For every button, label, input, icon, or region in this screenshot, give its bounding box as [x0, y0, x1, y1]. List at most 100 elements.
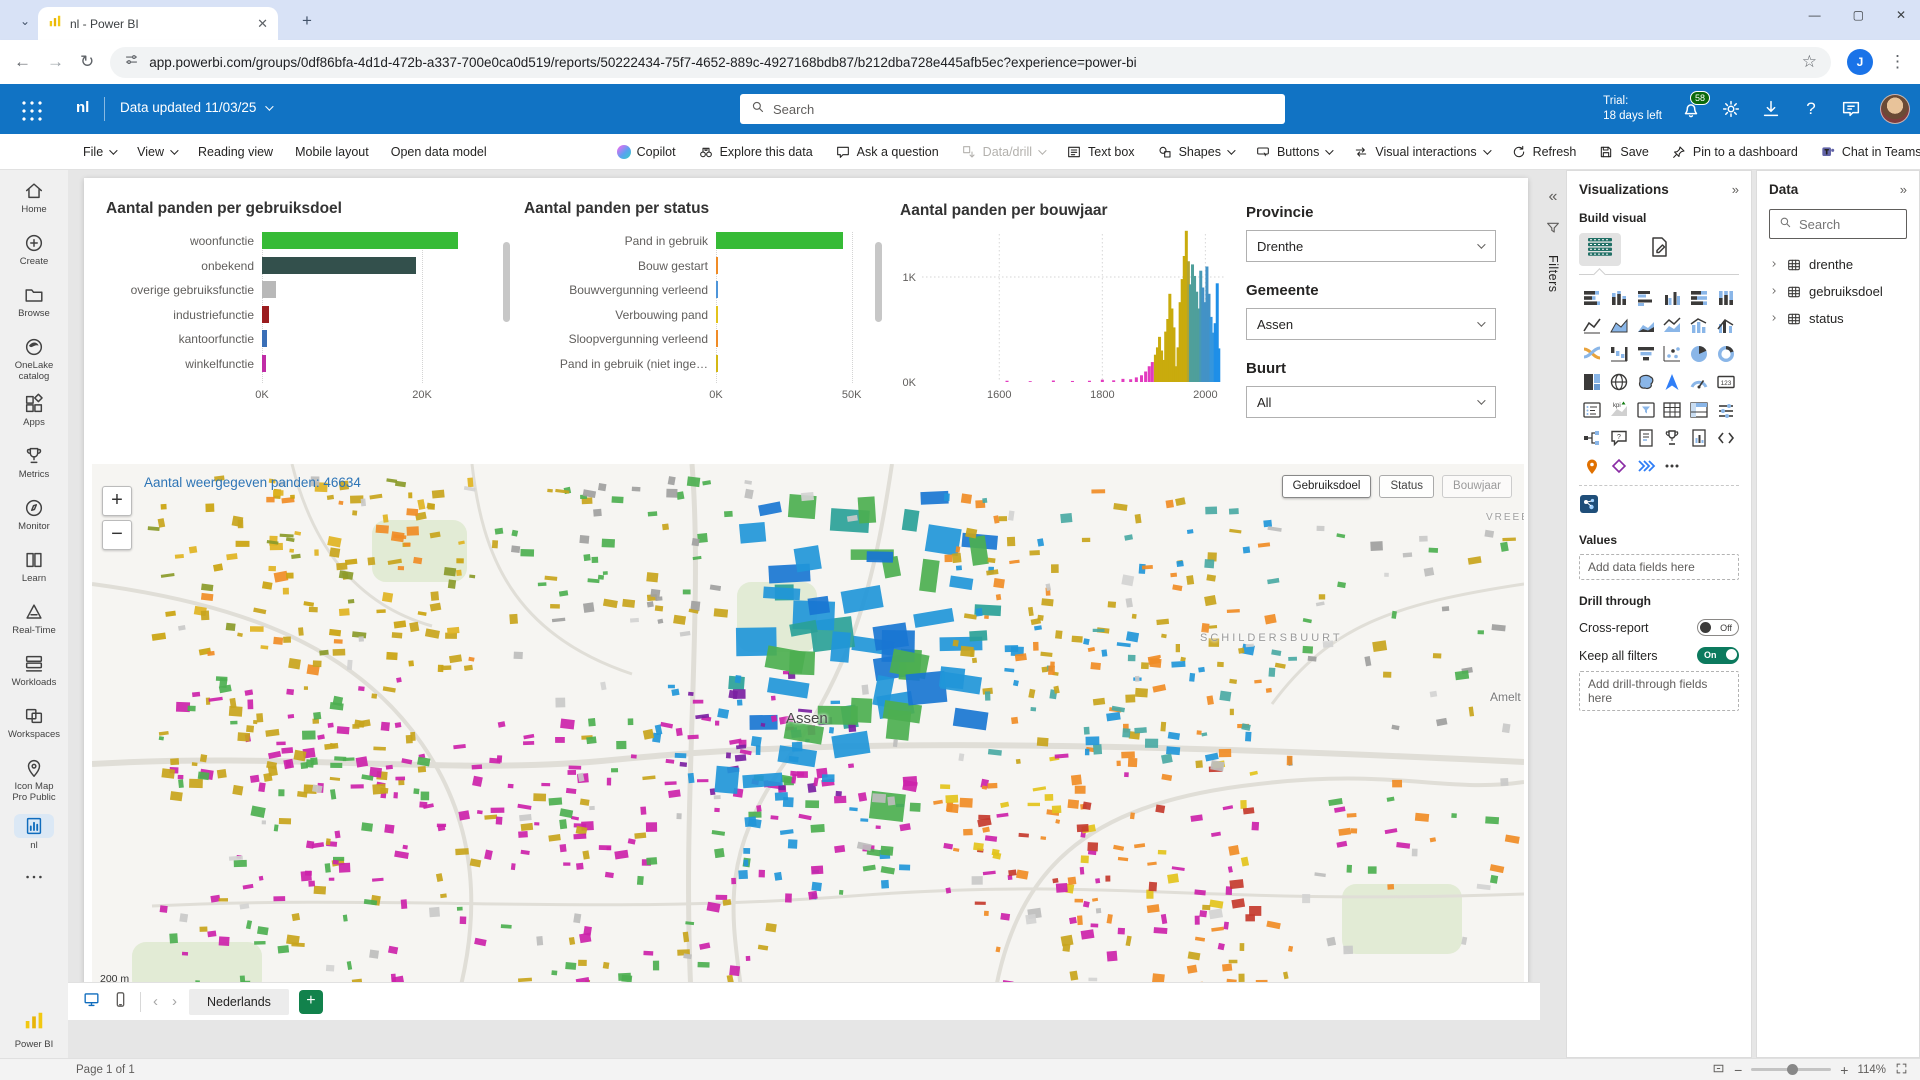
menu-item-copilot[interactable]: Copilot [606, 134, 687, 170]
map-zoom-out-button[interactable]: − [102, 520, 132, 550]
sidebar-item-learn[interactable]: Learn [0, 545, 68, 597]
visual-type-arcgis-map[interactable] [1580, 455, 1604, 477]
visual-type-matrix[interactable] [1687, 399, 1711, 421]
keep-all-filters-toggle[interactable]: On [1697, 647, 1739, 664]
chevron-right-icon[interactable] [1769, 312, 1779, 326]
minimize-icon[interactable]: — [1809, 8, 1821, 22]
menu-item-visual-interactions[interactable]: Visual interactions [1342, 134, 1499, 170]
visual-aantal-panden-per-status[interactable]: Aantal panden per status 0K50KPand in ge… [516, 200, 874, 442]
visual-type-funnel-chart[interactable] [1634, 343, 1658, 365]
bar-3[interactable] [262, 306, 269, 323]
waffle-icon[interactable] [20, 99, 42, 121]
visual-type-slicer[interactable] [1634, 399, 1658, 421]
collapse-panel-icon[interactable]: » [1732, 182, 1739, 197]
collapse-panel-icon[interactable]: » [1900, 182, 1907, 197]
menu-item-view[interactable]: View [126, 134, 187, 170]
bar-5[interactable] [716, 355, 718, 372]
visual-type-donut-chart[interactable] [1714, 343, 1738, 365]
visual-type-scatter-chart[interactable] [1660, 343, 1684, 365]
column-bar[interactable] [1088, 381, 1091, 382]
data-table-drenthe[interactable]: drenthe [1769, 251, 1907, 278]
menu-item-data-drill[interactable]: Data/drill [950, 134, 1055, 170]
menu-item-save[interactable]: Save [1587, 134, 1660, 170]
map-button-bouwjaar[interactable]: Bouwjaar [1442, 475, 1512, 498]
visual-type-metrics-goals[interactable] [1660, 427, 1684, 449]
sidebar-item-monitor[interactable]: Monitor [0, 493, 68, 545]
web-layout-icon[interactable] [82, 990, 101, 1014]
zoom-out-icon[interactable]: − [1734, 1062, 1742, 1078]
bar-1[interactable] [262, 257, 416, 274]
cross-report-toggle[interactable]: Off [1697, 619, 1739, 636]
map-zoom-in-button[interactable]: + [102, 486, 132, 516]
close-window-icon[interactable]: ✕ [1896, 8, 1906, 22]
visual-type-pie-chart[interactable] [1687, 343, 1711, 365]
menu-item-pin-to-a-dashboard[interactable]: Pin to a dashboard [1660, 134, 1809, 170]
reload-icon[interactable]: ↻ [80, 52, 94, 72]
sidebar-item-home[interactable]: Home [0, 176, 68, 228]
visual-type-stacked-area-chart[interactable] [1634, 315, 1658, 337]
tab-search-icon[interactable]: ⌄ [14, 10, 36, 32]
column-bar[interactable] [1052, 381, 1055, 382]
add-data-fields-well[interactable]: Add data fields here [1579, 554, 1739, 580]
browser-tab[interactable]: nl - Power BI ✕ [38, 7, 278, 40]
data-updated-menu[interactable]: Data updated 11/03/25 [120, 100, 271, 115]
column-bar[interactable] [1135, 377, 1138, 382]
column-bar[interactable] [1101, 380, 1104, 382]
add-drill-through-fields-well[interactable]: Add drill-through fields here [1579, 671, 1739, 711]
column-bar[interactable] [1112, 380, 1115, 382]
visual-type-stacked-bar-chart[interactable] [1580, 287, 1604, 309]
visual-type-line-and-clustered-column-chart[interactable] [1714, 315, 1738, 337]
feedback-icon[interactable] [1840, 98, 1862, 120]
column-bar[interactable] [1029, 381, 1032, 382]
column-bar[interactable] [1144, 372, 1147, 383]
visual-type-100-stacked-column-chart[interactable] [1714, 287, 1738, 309]
column-bar[interactable] [1151, 362, 1154, 382]
visual-type-ribbon-chart[interactable] [1580, 343, 1604, 365]
fullscreen-icon[interactable] [1895, 1062, 1908, 1078]
bar-5[interactable] [262, 355, 266, 372]
fit-to-page-icon[interactable] [1712, 1062, 1725, 1078]
visual-type-card[interactable]: 123 [1714, 371, 1738, 393]
browser-profile-avatar[interactable]: J [1847, 49, 1873, 75]
visual-aantal-panden-per-bouwjaar[interactable]: 1K0K160018002000 [886, 224, 1232, 429]
chart2-scrollbar[interactable] [875, 242, 882, 322]
visual-type-line-and-stacked-column-chart[interactable] [1687, 315, 1711, 337]
column-bar[interactable] [1006, 381, 1009, 382]
visual-type-power-automate[interactable] [1634, 455, 1658, 477]
visual-type-area-chart[interactable] [1607, 315, 1631, 337]
visual-type-clustered-bar-chart[interactable] [1634, 287, 1658, 309]
visual-type-more-visuals[interactable] [1660, 455, 1684, 477]
back-icon[interactable]: ← [14, 52, 31, 72]
sidebar-item-power-bi[interactable]: Power BI [15, 1010, 54, 1050]
visual-type-stacked-column-chart[interactable] [1607, 287, 1631, 309]
visual-type-kpi[interactable]: kpi [1607, 399, 1631, 421]
site-info-icon[interactable] [124, 52, 139, 72]
column-bar[interactable] [1217, 348, 1220, 382]
column-bar[interactable] [1140, 375, 1143, 382]
next-page-icon[interactable]: › [170, 993, 179, 1010]
menu-item-file[interactable]: File [72, 134, 126, 170]
visual-type-paginated-report[interactable] [1687, 427, 1711, 449]
menu-item-open-data-model[interactable]: Open data model [380, 134, 498, 170]
menu-item-shapes[interactable]: Shapes [1146, 134, 1244, 170]
global-search-input[interactable]: Search [740, 94, 1285, 124]
menu-item-refresh[interactable]: Refresh [1500, 134, 1588, 170]
sidebar-item-onelake-catalog[interactable]: OneLake catalog [0, 332, 68, 389]
tab-close-icon[interactable]: ✕ [257, 16, 268, 32]
visual-type-treemap[interactable] [1580, 371, 1604, 393]
visual-type-clustered-column-chart[interactable] [1660, 287, 1684, 309]
page-tab-nederlands[interactable]: Nederlands [189, 989, 289, 1015]
maximize-icon[interactable]: ▢ [1853, 8, 1864, 22]
forward-icon[interactable]: → [47, 52, 64, 72]
slicer-dropdown-provincie[interactable]: Drenthe [1246, 230, 1496, 262]
sidebar-item-more[interactable] [0, 862, 68, 914]
map-visual[interactable]: Aantal weergegeven panden: 46634 + − Geb… [92, 464, 1524, 1012]
map-button-gebruiksdoel[interactable]: Gebruiksdoel [1282, 475, 1372, 498]
sidebar-item-create[interactable]: Create [0, 228, 68, 280]
column-bar[interactable] [1071, 381, 1074, 382]
chart1-scrollbar[interactable] [503, 242, 510, 322]
sidebar-item-apps[interactable]: Apps [0, 389, 68, 441]
notifications-bell-icon[interactable]: 58 [1680, 98, 1702, 120]
bar-2[interactable] [716, 281, 718, 298]
visual-type-map[interactable] [1607, 371, 1631, 393]
